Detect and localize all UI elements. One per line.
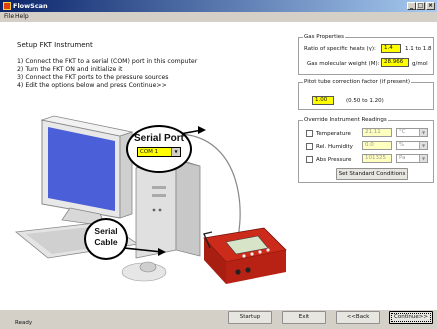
mouse-image: [139, 261, 157, 273]
ratio-input[interactable]: 1.4: [381, 44, 401, 53]
pitot-range: (0.50 to 1.20): [346, 98, 384, 104]
pressure-unit-select[interactable]: Pa ▼: [396, 154, 428, 163]
ratio-range: 1.1 to 1.8: [405, 46, 432, 52]
continue-button[interactable]: Continue>>: [389, 311, 433, 324]
status-text: Ready: [15, 320, 33, 326]
fkt-instrument-image: [203, 227, 287, 284]
page-title: Setup FKT Instrument: [17, 41, 93, 49]
instruction-step: 4) Edit the options below and press Cont…: [17, 82, 167, 89]
pressure-unit: Pa: [399, 155, 406, 161]
humidity-input[interactable]: 0.0: [362, 141, 392, 150]
gas-properties-group: Gas Properties: [298, 34, 434, 75]
humidity-unit: %: [399, 142, 405, 148]
gas-properties-title: Gas Properties: [303, 34, 346, 40]
menu-file[interactable]: File: [4, 12, 14, 22]
maximize-button[interactable]: □: [416, 2, 425, 10]
temperature-unit: °C: [399, 129, 406, 135]
pitot-factor-input[interactable]: 1.00: [312, 96, 334, 105]
temperature-input[interactable]: 21.11: [362, 128, 392, 137]
weight-label: Gas molecular weight (M):: [307, 61, 380, 67]
ratio-label: Ratio of specific heats (γ):: [304, 46, 376, 52]
instruction-step: 2) Turn the FKT ON and initialize it: [17, 66, 123, 73]
set-standard-conditions-button[interactable]: Set Standard Conditions: [336, 168, 408, 180]
weight-unit: g/mol: [412, 61, 428, 67]
chevron-down-icon: ▼: [419, 142, 427, 149]
humidity-checkbox[interactable]: [306, 143, 313, 150]
temperature-label: Temperature: [316, 131, 351, 137]
pressure-input[interactable]: 101325: [362, 154, 392, 163]
window-title: FlowScan: [13, 2, 48, 10]
app-icon: [3, 2, 11, 10]
override-title: Override Instrument Readings: [303, 117, 388, 123]
menu-bar: File Help: [0, 12, 437, 22]
monitor-image: [40, 115, 134, 227]
molecular-weight-input[interactable]: 28.966: [381, 58, 409, 67]
temperature-unit-select[interactable]: °C ▼: [396, 128, 428, 137]
exit-button[interactable]: Exit: [282, 311, 326, 324]
back-button[interactable]: <<Back: [336, 311, 380, 324]
title-bar: FlowScan _ □ ×: [0, 0, 437, 12]
menu-help[interactable]: Help: [15, 12, 29, 22]
com-port-select[interactable]: COM 1 ▼: [137, 147, 181, 157]
com-port-value: COM 1: [140, 149, 159, 155]
startup-button[interactable]: Startup: [228, 311, 272, 324]
chevron-down-icon: ▼: [171, 148, 180, 156]
humidity-label: Rel. Humidity: [316, 144, 353, 150]
instruction-step: 1) Connect the FKT to a serial (COM) por…: [17, 58, 198, 65]
serial-cable-label-line1: Serial: [94, 226, 118, 236]
instruction-step: 3) Connect the FKT ports to the pressure…: [17, 74, 169, 81]
pressure-label: Abs Pressure: [316, 157, 352, 163]
close-button[interactable]: ×: [426, 2, 435, 10]
chevron-down-icon: ▼: [419, 155, 427, 162]
chevron-down-icon: ▼: [419, 129, 427, 136]
pitot-title: Pitot tube correction factor (if present…: [303, 79, 412, 85]
humidity-unit-select[interactable]: % ▼: [396, 141, 428, 150]
serial-cable-label: Serial Cable: [84, 226, 128, 248]
temperature-checkbox[interactable]: [306, 130, 313, 137]
pressure-checkbox[interactable]: [306, 156, 313, 163]
serial-port-label: Serial Port: [133, 133, 185, 144]
serial-cable-label-line2: Cable: [94, 237, 118, 247]
minimize-button[interactable]: _: [407, 2, 416, 10]
